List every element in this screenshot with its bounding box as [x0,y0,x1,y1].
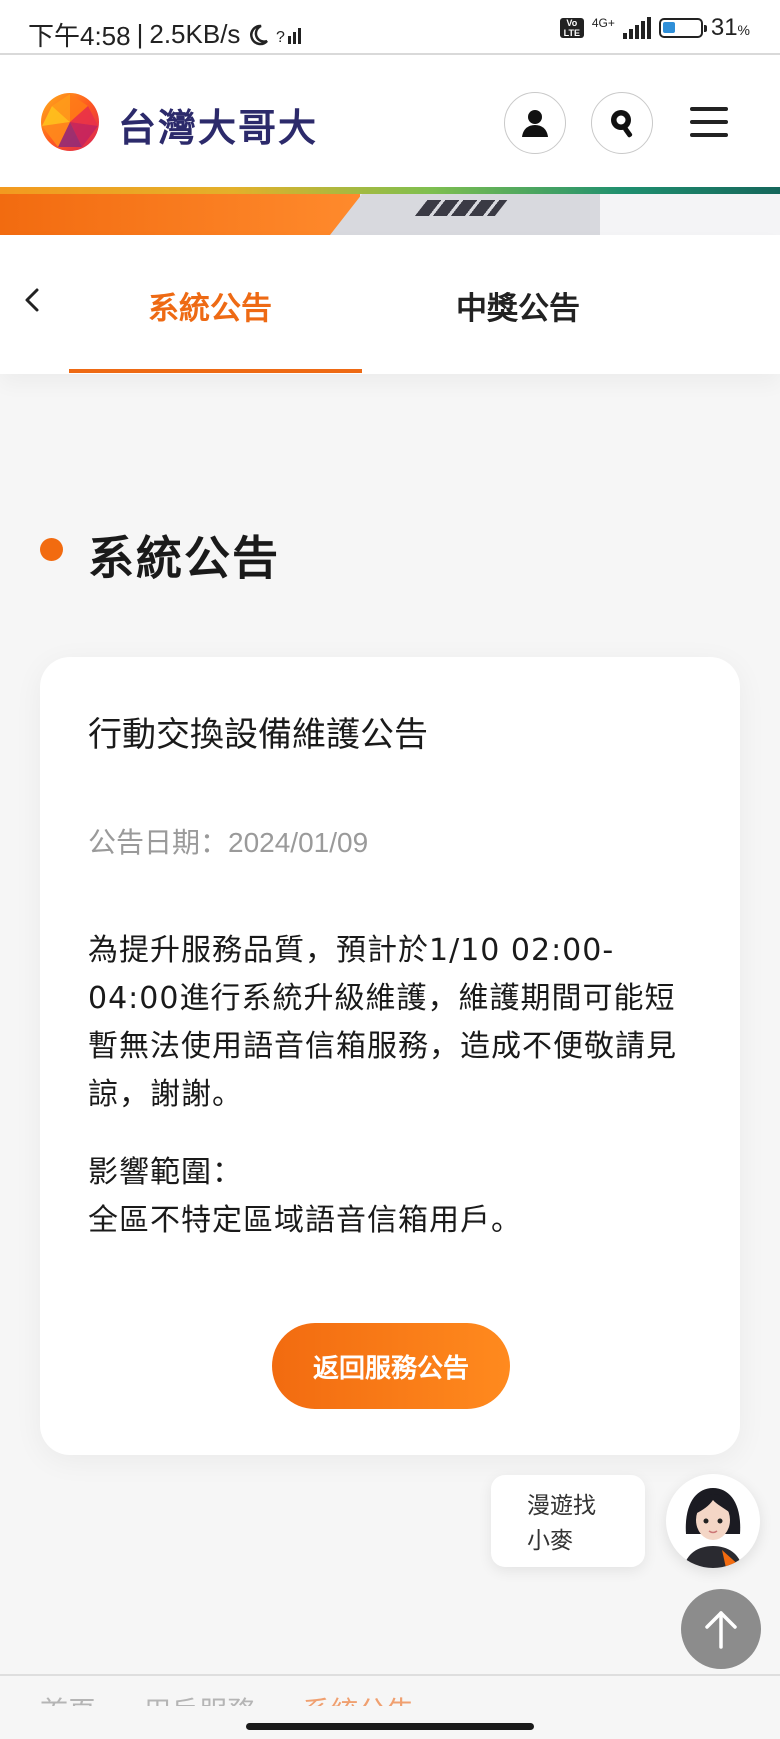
site-header: 台灣大哥大 [0,55,780,187]
chevron-left-icon [25,288,39,312]
hero-banner [0,187,780,235]
section-bullet [40,538,63,561]
status-time: 下午4:58 [28,21,131,51]
signal-icon [622,17,651,39]
tab-back-button[interactable] [22,285,52,315]
menu-icon [690,107,728,111]
banner-orange-block [0,194,360,235]
network-type: 4G+ [591,16,615,30]
banner-laptop-image [330,194,633,235]
status-bar: 下午4:58 | 2.5KB/s ? Vo LTE 4G+ 31% [0,0,780,55]
search-icon [611,110,633,138]
announcement-card: 行動交換設備維護公告 公告日期：2024/01/09 為提升服務品質，預計於1/… [40,657,740,1455]
brand-name[interactable]: 台灣大哥大 [118,97,318,152]
assistant-avatar[interactable] [666,1474,760,1568]
battery-level: 31 [710,14,738,41]
scope-text: 全區不特定區域語音信箱用戶。 [88,1203,522,1238]
home-indicator[interactable] [246,1723,534,1730]
scope-label: 影響範圍： [88,1155,243,1190]
brand-logo-icon[interactable] [40,92,100,152]
announcement-date: 公告日期：2024/01/09 [88,827,369,858]
back-to-announcements-button[interactable]: 返回服務公告 [272,1323,510,1409]
menu-button[interactable] [690,107,728,137]
user-icon [522,110,548,137]
moon-icon [250,24,269,45]
wifi-signal-icon: ? [276,27,302,46]
scroll-to-top-button[interactable] [681,1589,761,1669]
tab-system-announcement[interactable]: 系統公告 [148,283,272,328]
chat-bubble[interactable]: 漫遊找 小麥 [491,1475,645,1567]
chat-line-1: 漫遊找 [527,1493,596,1519]
tab-prize-announcement[interactable]: 中獎公告 [456,283,580,328]
section-title: 系統公告 [88,531,280,585]
search-button[interactable] [591,92,653,154]
battery-icon [658,18,707,38]
active-tab-indicator [69,369,362,373]
status-right: Vo LTE 4G+ 31% [559,14,750,42]
account-button[interactable] [504,92,566,154]
volte-icon: Vo LTE [559,18,584,38]
announcement-tabs: 系統公告 中獎公告 [0,235,780,374]
status-left: 下午4:58 | 2.5KB/s ? [28,16,306,53]
announcement-body: 為提升服務品質，預計於1/10 02:00-04:00進行系統升級維護，維護期間… [88,933,677,1112]
status-speed: 2.5KB/s [149,19,241,49]
announcement-title: 行動交換設備維護公告 [88,715,428,755]
brand-stripe [0,187,780,194]
svg-text:?: ? [276,29,285,46]
banner-person-image [600,194,780,235]
chat-line-2: 小麥 [527,1528,573,1554]
assistant-avatar-icon [684,1488,742,1568]
arrow-up-icon [705,1611,737,1649]
